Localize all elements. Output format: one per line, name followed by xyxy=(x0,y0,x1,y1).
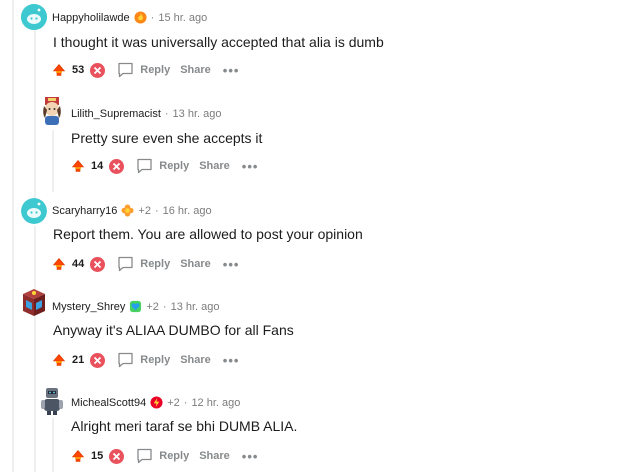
more-options-button[interactable]: ••• xyxy=(223,353,240,368)
comment: MichealScott94 +2 · 12 hr. ago Alright m… xyxy=(0,382,640,472)
reply-bubble-icon xyxy=(118,352,133,368)
snoo-avatar-icon xyxy=(21,4,47,30)
downvote-icon[interactable] xyxy=(109,158,125,174)
upvote-icon[interactable] xyxy=(52,63,66,77)
username-link[interactable]: Lilith_Supremacist xyxy=(71,108,161,120)
reply-button[interactable]: Reply xyxy=(117,256,170,272)
comment-body: Report them. You are allowed to post you… xyxy=(53,226,363,242)
avatar[interactable] xyxy=(21,198,47,224)
reply-bubble-icon xyxy=(137,448,152,464)
vote-score: 15 xyxy=(91,450,104,462)
character-avatar-icon xyxy=(43,97,61,125)
blue-heart-badge-icon xyxy=(130,300,142,313)
share-button[interactable]: Share xyxy=(199,450,230,462)
comment-body: Pretty sure even she accepts it xyxy=(71,130,263,146)
comment-time[interactable]: 13 hr. ago xyxy=(171,301,220,313)
reply-bubble-icon xyxy=(137,158,152,174)
avatar[interactable] xyxy=(38,96,66,126)
red-bolt-badge-icon xyxy=(150,396,163,409)
vote-score: 14 xyxy=(91,160,104,172)
comment-body: I thought it was universally accepted th… xyxy=(53,34,384,50)
upvote-icon[interactable] xyxy=(71,449,85,463)
downvote-icon[interactable] xyxy=(109,448,125,464)
snoo-avatar-icon xyxy=(21,198,47,224)
username-link[interactable]: Mystery_Shrey xyxy=(52,301,125,313)
username-link[interactable]: Scaryharry16 xyxy=(52,205,117,217)
downvote-icon[interactable] xyxy=(90,62,106,78)
more-options-button[interactable]: ••• xyxy=(223,63,240,78)
username-link[interactable]: MichealScott94 xyxy=(71,397,146,409)
vote-score: 44 xyxy=(72,258,85,270)
share-button[interactable]: Share xyxy=(180,354,211,366)
reply-button[interactable]: Reply xyxy=(117,352,170,368)
upvote-icon[interactable] xyxy=(52,257,66,271)
comment: Happyholilawde · 15 hr. ago I thought it… xyxy=(0,0,640,96)
comment-actions: 53 Reply Share ••• xyxy=(52,62,239,78)
reply-button[interactable]: Reply xyxy=(117,62,170,78)
comment: Scaryharry16 +2 · 16 hr. ago Report them… xyxy=(0,196,640,292)
share-button[interactable]: Share xyxy=(199,160,230,172)
meta-separator: · xyxy=(150,11,155,24)
comment-body: Anyway it's ALIAA DUMBO for all Fans xyxy=(53,322,294,338)
comment-actions: 15 Reply Share ••• xyxy=(71,448,258,464)
reply-bubble-icon xyxy=(118,256,133,272)
comment-time[interactable]: 13 hr. ago xyxy=(173,108,222,120)
reply-button[interactable]: Reply xyxy=(136,158,189,174)
comment-meta: MichealScott94 +2 · 12 hr. ago xyxy=(71,396,240,409)
award-count: +2 xyxy=(167,396,180,409)
vote-score: 53 xyxy=(72,64,85,76)
award-count: +2 xyxy=(138,204,151,217)
meta-separator: · xyxy=(162,300,167,313)
comment-time[interactable]: 15 hr. ago xyxy=(158,12,207,24)
vote-score: 21 xyxy=(72,354,85,366)
comment-actions: 44 Reply Share ••• xyxy=(52,256,239,272)
comment-time[interactable]: 12 hr. ago xyxy=(191,397,240,409)
username-link[interactable]: Happyholilawde xyxy=(52,12,130,24)
comment-body: Alright meri taraf se bhi DUMB ALIA. xyxy=(71,418,298,434)
comment: Mystery_Shrey +2 · 13 hr. ago Anyway it'… xyxy=(0,286,640,382)
flame-badge-icon xyxy=(134,11,147,24)
downvote-icon[interactable] xyxy=(90,352,106,368)
comment-meta: Happyholilawde · 15 hr. ago xyxy=(52,11,207,24)
meta-separator: · xyxy=(164,108,169,120)
reply-label: Reply xyxy=(140,354,171,366)
reply-label: Reply xyxy=(140,258,171,270)
award-count: +2 xyxy=(146,300,159,313)
downvote-icon[interactable] xyxy=(90,256,106,272)
avatar[interactable] xyxy=(20,288,48,318)
avatar[interactable] xyxy=(21,4,47,30)
reply-label: Reply xyxy=(140,64,171,76)
reply-label: Reply xyxy=(159,450,190,462)
reply-button[interactable]: Reply xyxy=(136,448,189,464)
reply-bubble-icon xyxy=(118,62,133,78)
treasure-chest-avatar-icon xyxy=(23,289,45,316)
more-options-button[interactable]: ••• xyxy=(242,449,259,464)
comment-actions: 14 Reply Share ••• xyxy=(71,158,258,174)
comment-time[interactable]: 16 hr. ago xyxy=(163,205,212,217)
upvote-icon[interactable] xyxy=(71,159,85,173)
comment-meta: Scaryharry16 +2 · 16 hr. ago xyxy=(52,204,212,217)
more-options-button[interactable]: ••• xyxy=(242,159,259,174)
robot-avatar-icon xyxy=(41,388,63,415)
share-button[interactable]: Share xyxy=(180,64,211,76)
avatar[interactable] xyxy=(38,386,66,416)
reply-label: Reply xyxy=(159,160,190,172)
comment-meta: Lilith_Supremacist · 13 hr. ago xyxy=(71,108,221,120)
comment-actions: 21 Reply Share ••• xyxy=(52,352,239,368)
comment: Lilith_Supremacist · 13 hr. ago Pretty s… xyxy=(0,92,640,192)
comment-meta: Mystery_Shrey +2 · 13 hr. ago xyxy=(52,300,220,313)
meta-separator: · xyxy=(154,204,159,217)
more-options-button[interactable]: ••• xyxy=(223,257,240,272)
meta-separator: · xyxy=(183,396,188,409)
orange-flower-badge-icon xyxy=(121,204,134,217)
share-button[interactable]: Share xyxy=(180,258,211,270)
upvote-icon[interactable] xyxy=(52,353,66,367)
